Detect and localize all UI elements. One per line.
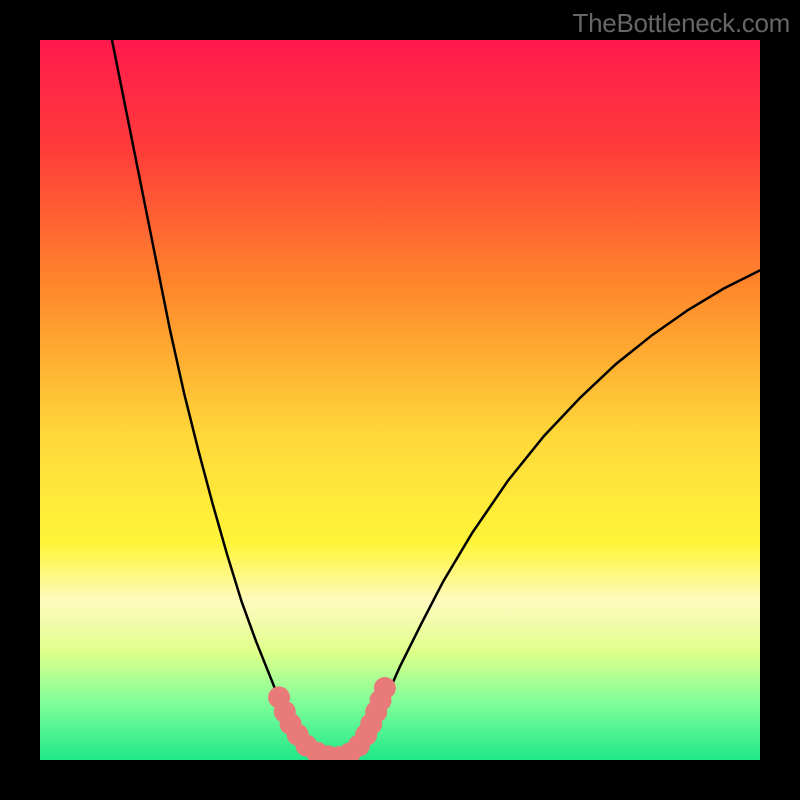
gradient-background: [40, 40, 760, 760]
chart-frame: TheBottleneck.com: [0, 0, 800, 800]
plot-area: [40, 40, 760, 760]
watermark-text: TheBottleneck.com: [573, 8, 790, 39]
marker-dot: [374, 677, 396, 699]
chart-svg: [40, 40, 760, 760]
